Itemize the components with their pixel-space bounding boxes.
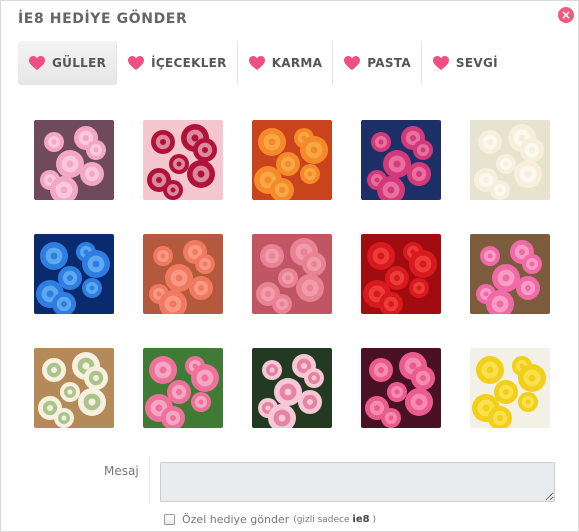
- gift-pink-rose-heap[interactable]: [361, 348, 441, 428]
- hint-brand: ie8: [352, 514, 370, 525]
- message-field[interactable]: [160, 462, 555, 502]
- gift-pink-roses-box[interactable]: [143, 348, 223, 428]
- tab-label: GÜLLER: [52, 56, 107, 70]
- tab-2[interactable]: KARMA: [238, 41, 334, 85]
- gift-yellow-roses[interactable]: [470, 348, 550, 428]
- heart-icon: [127, 55, 145, 71]
- gift-peach-roses[interactable]: [143, 234, 223, 314]
- tab-label: PASTA: [367, 56, 411, 70]
- gift-red-roses[interactable]: [361, 234, 441, 314]
- gift-coral-roses[interactable]: [252, 234, 332, 314]
- gift-pink-rose-bouquet[interactable]: [34, 120, 114, 200]
- private-gift-checkbox[interactable]: [164, 514, 175, 525]
- category-tabs: GÜLLER İÇECEKLER KARMA PASTA SEVGİ: [18, 41, 508, 85]
- gift-white-roses-bunch[interactable]: [34, 348, 114, 428]
- private-gift-row: Özel hediye gönder (gizli sadece ie8 ): [164, 513, 376, 526]
- gift-dialog: İE8 HEDİYE GÖNDER × GÜLLER İÇECEKLER KARMA…: [0, 0, 579, 532]
- gift-pink-roses-basket[interactable]: [470, 234, 550, 314]
- message-divider: [149, 456, 150, 504]
- heart-icon: [248, 55, 266, 71]
- heart-icon: [28, 55, 46, 71]
- heart-icon: [343, 55, 361, 71]
- heart-icon: [432, 55, 450, 71]
- gift-cream-roses[interactable]: [470, 120, 550, 200]
- message-label: Mesaj: [104, 464, 139, 478]
- gift-pink-roses-vase[interactable]: [361, 120, 441, 200]
- gift-rose-gift-box[interactable]: [143, 120, 223, 200]
- close-button[interactable]: ×: [558, 7, 574, 23]
- tab-1[interactable]: İÇECEKLER: [117, 41, 238, 85]
- tab-4[interactable]: SEVGİ: [422, 41, 508, 85]
- tab-label: İÇECEKLER: [151, 56, 227, 70]
- gift-orange-roses[interactable]: [252, 120, 332, 200]
- dialog-title: İE8 HEDİYE GÖNDER: [18, 11, 188, 27]
- private-gift-hint: (gizli sadece ie8 ): [293, 514, 376, 525]
- tab-0[interactable]: GÜLLER: [18, 41, 118, 85]
- gift-blue-rose[interactable]: [34, 234, 114, 314]
- tab-3[interactable]: PASTA: [333, 41, 422, 85]
- tab-label: KARMA: [271, 56, 323, 70]
- private-gift-label: Özel hediye gönder: [182, 513, 290, 526]
- gift-pink-white-roses[interactable]: [252, 348, 332, 428]
- hint-prefix: (gizli sadece: [293, 515, 350, 525]
- hint-suffix: ): [372, 515, 376, 525]
- tab-label: SEVGİ: [455, 56, 498, 70]
